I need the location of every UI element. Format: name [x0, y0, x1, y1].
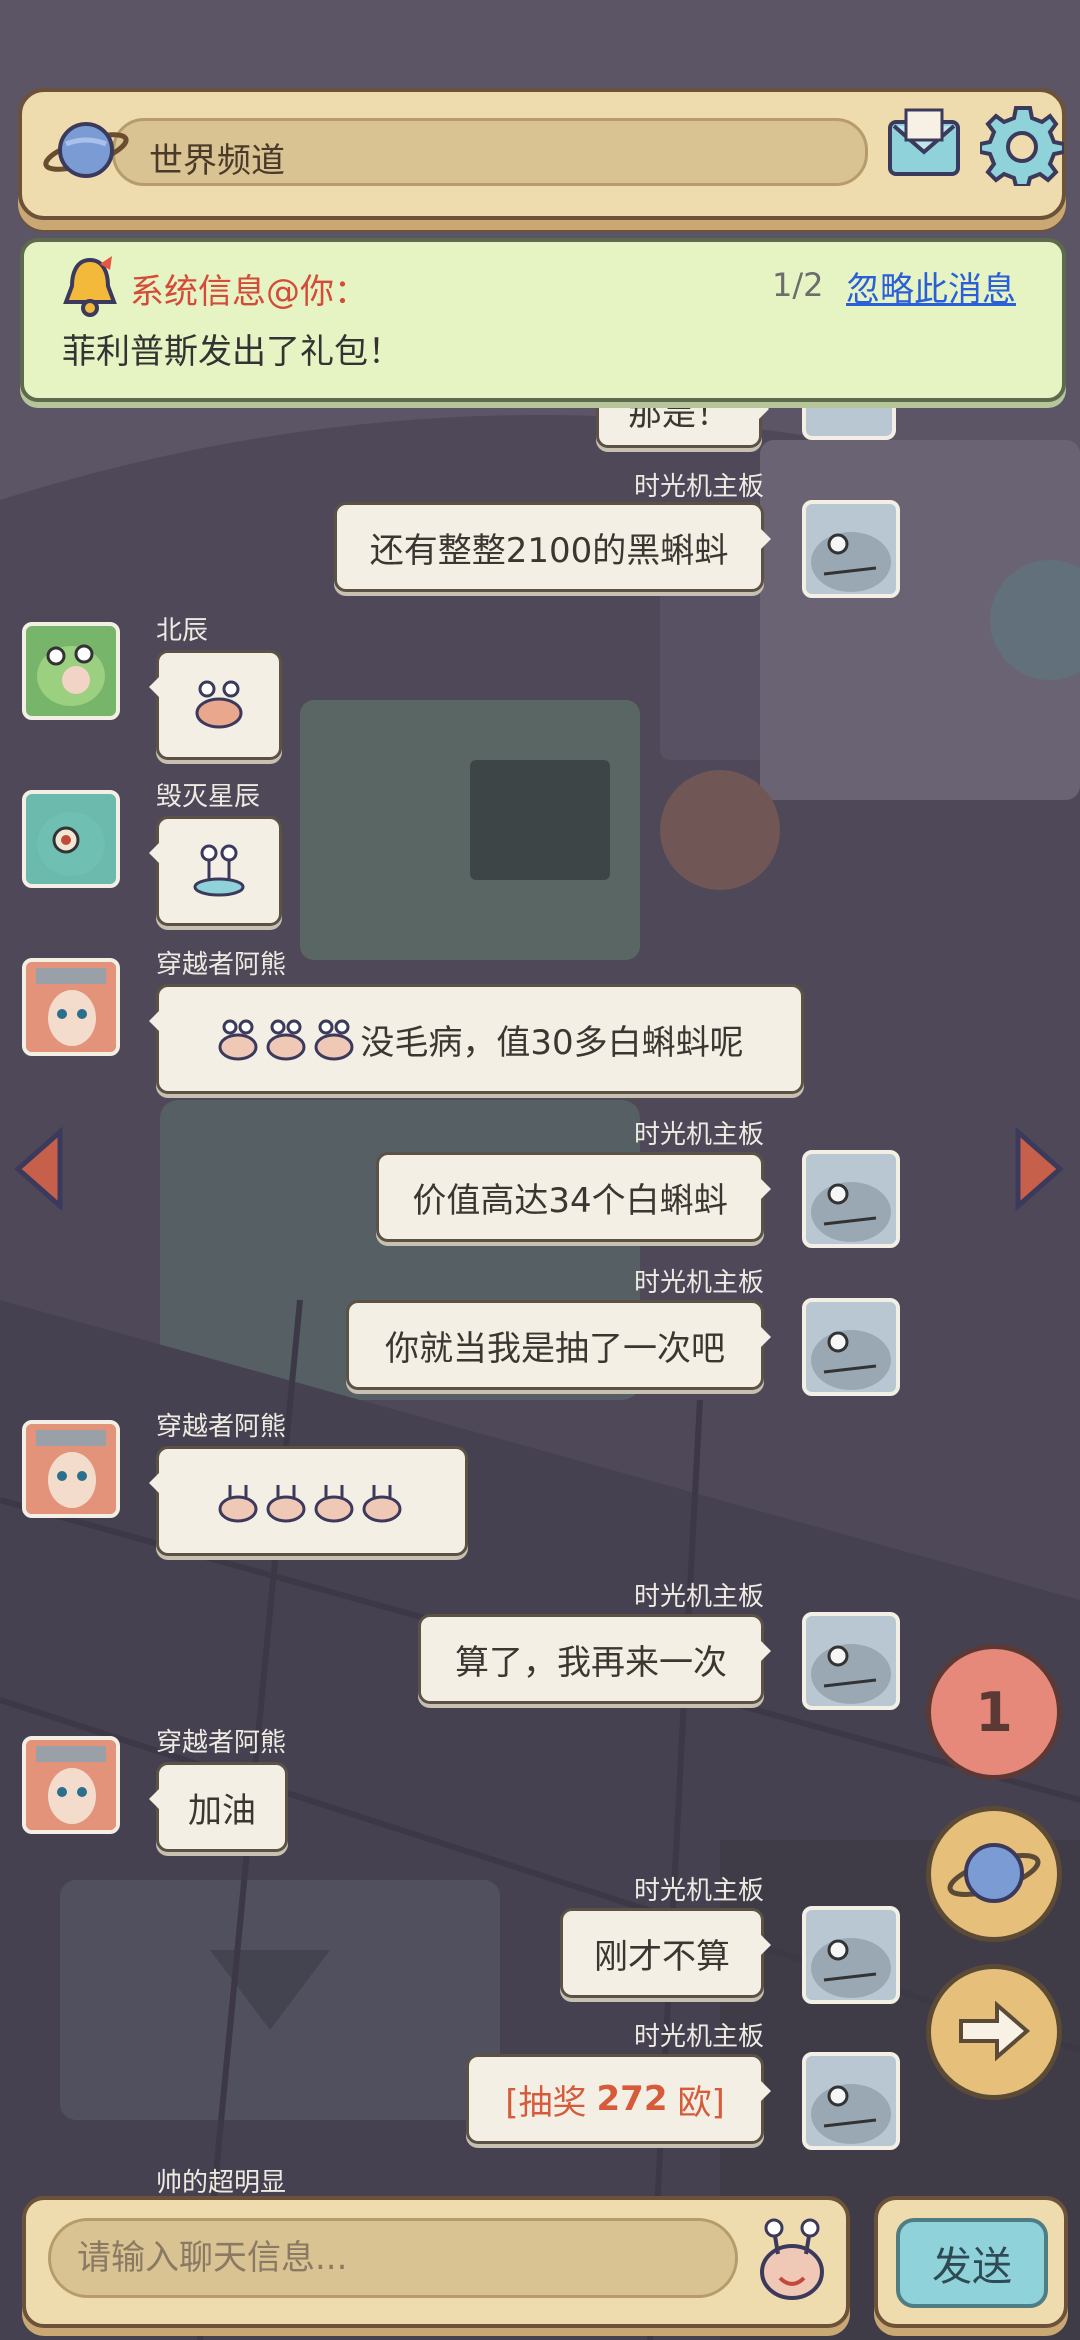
sprout-emoji	[264, 1479, 308, 1523]
avatar[interactable]	[802, 1298, 900, 1396]
sender-name: 穿越者阿熊	[156, 1722, 286, 1759]
message-text: 加油	[188, 1783, 256, 1832]
avatar[interactable]	[22, 958, 120, 1056]
avatar[interactable]	[802, 1150, 900, 1248]
lottery-amount: 272	[597, 2079, 668, 2119]
arrow-left-icon[interactable]	[10, 1126, 66, 1212]
sender-name: 时光机主板	[634, 1262, 764, 1299]
message-text: 你就当我是抽了一次吧	[385, 1321, 725, 1370]
sprout-emoji	[264, 1017, 308, 1061]
avatar[interactable]	[22, 1420, 120, 1518]
snail-emoji	[189, 841, 249, 901]
notice-body: 菲利普斯发出了礼包！	[62, 324, 402, 373]
lottery-suffix: 欧]	[677, 2075, 724, 2124]
sender-name: 毁灭星辰	[156, 776, 260, 813]
chat-bubble	[156, 650, 282, 760]
message-text: 价值高达34个白蝌蚪	[412, 1173, 727, 1222]
notice-count: 1/2	[772, 266, 824, 304]
message-text: 没毛病，值30多白蝌蚪呢	[360, 1015, 743, 1064]
chat-header: 世界频道	[18, 88, 1066, 220]
message-text: 还有整整2100的黑蝌蚪	[370, 523, 729, 572]
notice-title: 系统信息@你：	[130, 264, 368, 313]
chat-bubble	[156, 1446, 468, 1556]
ignore-notice-link[interactable]: 忽略此消息	[846, 262, 1016, 311]
sprout-emoji	[312, 1017, 356, 1061]
chat-bubble: 没毛病，值30多白蝌蚪呢	[156, 984, 804, 1094]
chat-bubble: 加油	[156, 1762, 288, 1852]
planet-icon	[42, 114, 132, 188]
channel-selector[interactable]: 世界频道	[112, 118, 868, 186]
message-text: 算了，我再来一次	[455, 1635, 727, 1684]
sprout-emoji	[360, 1479, 404, 1523]
send-button-frame: 发送	[874, 2196, 1068, 2328]
sender-name: 时光机主板	[634, 1576, 764, 1613]
avatar[interactable]	[802, 1906, 900, 2004]
tadpole-face-icon[interactable]	[750, 2214, 834, 2304]
sender-name: 时光机主板	[634, 2016, 764, 2053]
sender-name: 时光机主板	[634, 1870, 764, 1907]
chat-bubble: 刚才不算	[560, 1908, 764, 1998]
avatar[interactable]	[22, 1736, 120, 1834]
avatar[interactable]	[802, 1612, 900, 1710]
sender-name: 北辰	[156, 610, 208, 647]
chat-bubble	[156, 816, 282, 926]
chat-bubble: 你就当我是抽了一次吧	[346, 1300, 764, 1390]
bell-icon	[60, 256, 120, 318]
system-notice: 系统信息@你： 1/2 忽略此消息 菲利普斯发出了礼包！	[20, 238, 1066, 402]
sprout-emoji	[312, 1479, 356, 1523]
lottery-prefix: [抽奖	[505, 2075, 586, 2124]
chat-bubble: 价值高达34个白蝌蚪	[376, 1152, 764, 1242]
chat-bubble: 还有整整2100的黑蝌蚪	[334, 502, 764, 592]
arrow-right-icon[interactable]	[1012, 1126, 1068, 1212]
sender-name: 时光机主板	[634, 466, 764, 503]
message-text: 刚才不算	[594, 1929, 730, 1978]
crab-emoji	[189, 675, 249, 735]
sender-name: 穿越者阿熊	[156, 1406, 286, 1443]
next-button[interactable]	[926, 1964, 1062, 2100]
arrow-right-icon	[931, 1969, 1057, 2095]
chat-input[interactable]	[48, 2218, 738, 2298]
planet-icon	[931, 1811, 1057, 1937]
mail-icon[interactable]	[884, 104, 964, 184]
chat-input-bar	[22, 2196, 850, 2328]
avatar[interactable]	[802, 2052, 900, 2150]
send-button[interactable]: 发送	[896, 2218, 1048, 2308]
chat-bubble: 算了，我再来一次	[418, 1614, 764, 1704]
planet-button[interactable]	[926, 1806, 1062, 1942]
badge-count: 1	[975, 1681, 1013, 1744]
avatar[interactable]	[22, 622, 120, 720]
notification-badge-button[interactable]: 1	[926, 1644, 1062, 1780]
sender-name: 帅的超明显	[156, 2162, 286, 2199]
sender-name: 穿越者阿熊	[156, 944, 286, 981]
lottery-bubble[interactable]: [抽奖 272 欧]	[466, 2054, 764, 2144]
sprout-emoji	[216, 1017, 260, 1061]
gear-icon[interactable]	[980, 102, 1064, 186]
avatar[interactable]	[802, 500, 900, 598]
sprout-emoji	[216, 1479, 260, 1523]
sender-name: 时光机主板	[634, 1114, 764, 1151]
avatar[interactable]	[22, 790, 120, 888]
channel-label: 世界频道	[149, 133, 285, 182]
